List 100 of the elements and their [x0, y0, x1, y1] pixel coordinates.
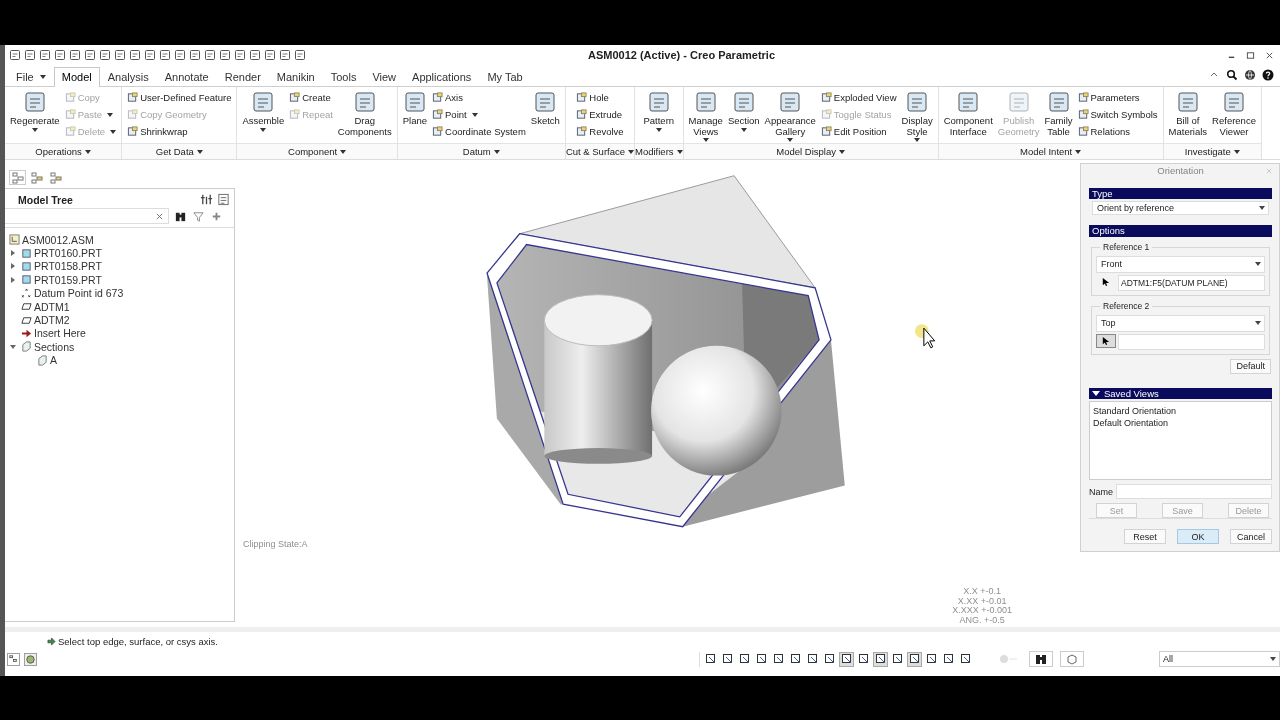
ribbon-button[interactable]: User-Defined Feature — [127, 89, 232, 106]
select-button[interactable] — [1096, 333, 1116, 348]
toolbar-icon[interactable] — [249, 49, 261, 61]
tree-icon[interactable] — [7, 652, 20, 666]
ribbon-button[interactable]: Pattern — [641, 89, 677, 143]
close-icon[interactable] — [1265, 50, 1274, 60]
tree-item[interactable]: ASM0012.ASM — [22, 233, 94, 246]
panel-tab[interactable] — [47, 170, 64, 185]
toolbar-icon[interactable] — [24, 49, 36, 61]
tree-item[interactable]: ADTM2 — [34, 314, 70, 327]
dialog-button[interactable]: Cancel — [1230, 529, 1272, 544]
toolbar-icon[interactable] — [219, 49, 231, 61]
tree-item[interactable]: Datum Point id 673 — [34, 287, 124, 300]
group-menu[interactable]: Datum — [397, 143, 565, 159]
maximize-icon[interactable] — [1246, 50, 1255, 60]
toolbar-icon[interactable] — [204, 49, 216, 61]
find-button[interactable] — [1029, 651, 1054, 667]
panel-tab[interactable] — [28, 170, 45, 185]
ribbon-button[interactable]: Parameters — [1077, 89, 1158, 106]
ribbon-button[interactable]: Edit Position — [820, 123, 897, 140]
toolbar-icon[interactable] — [9, 49, 21, 61]
group-menu[interactable]: Modifiers — [635, 143, 683, 159]
ribbon-button[interactable]: Switch Symbols — [1077, 106, 1158, 123]
dialog-button[interactable]: Reset — [1124, 529, 1166, 544]
ribbon-button[interactable]: Exploded View — [820, 89, 897, 106]
ribbon-button[interactable]: Relations — [1077, 123, 1158, 140]
ribbon-button[interactable]: Regenerate — [8, 89, 62, 143]
name-field[interactable] — [1116, 484, 1272, 499]
view-button[interactable] — [1060, 651, 1085, 667]
group-menu[interactable]: Component — [237, 143, 397, 159]
list-item[interactable]: Default Orientation — [1093, 416, 1268, 429]
toolbar-icon[interactable] — [234, 49, 246, 61]
group-menu[interactable]: Investigate — [1163, 143, 1261, 159]
ribbon-tab[interactable]: Render — [216, 67, 269, 86]
ribbon-tab[interactable]: File — [8, 67, 54, 86]
expander-icon[interactable] — [9, 342, 17, 351]
ribbon-tab[interactable]: My Tab — [479, 67, 531, 86]
ribbon-button[interactable]: Plane — [400, 89, 430, 143]
settings-icon[interactable] — [200, 193, 213, 206]
toolbar-icon[interactable] — [54, 49, 66, 61]
reference-dropdown[interactable]: Front — [1096, 255, 1265, 273]
ribbon-tab[interactable]: Model — [53, 67, 100, 87]
default-button[interactable]: Default — [1230, 358, 1271, 374]
group-menu[interactable]: Model Display — [683, 143, 938, 159]
filter-dropdown[interactable]: All — [1159, 651, 1280, 667]
expander-icon[interactable] — [9, 262, 17, 271]
ribbon-button[interactable]: Family Table — [1042, 89, 1075, 143]
group-menu[interactable]: Get Data — [122, 143, 237, 159]
search-field[interactable] — [5, 208, 169, 224]
toolbar-icon[interactable] — [294, 49, 306, 61]
group-menu[interactable]: Model Intent — [938, 143, 1163, 159]
ribbon-button[interactable]: Axis — [432, 89, 526, 106]
ribbon-button[interactable]: Hole — [576, 89, 624, 106]
tree-item[interactable]: Insert Here — [34, 327, 86, 340]
help-icon[interactable] — [1262, 69, 1274, 81]
search-icon[interactable] — [1226, 69, 1238, 81]
toolbar-icon[interactable] — [39, 49, 51, 61]
view-tool-button[interactable] — [873, 651, 889, 667]
ribbon-button[interactable]: Sketch — [528, 89, 562, 143]
toggle-icon[interactable] — [999, 654, 1020, 664]
list-icon[interactable] — [217, 193, 230, 206]
tree-item[interactable]: PRT0159.PRT — [34, 273, 102, 286]
ribbon-button[interactable]: Drag Components — [335, 89, 394, 143]
group-menu[interactable]: Operations — [5, 143, 122, 159]
saved-views-header[interactable]: Saved Views — [1089, 387, 1272, 399]
toolbar-icon[interactable] — [264, 49, 276, 61]
type-dropdown[interactable]: Orient by reference — [1092, 200, 1269, 216]
ribbon-button[interactable]: Revolve — [576, 123, 624, 140]
tree-item[interactable]: PRT0160.PRT — [34, 247, 102, 260]
ribbon-tab[interactable]: Applications — [404, 67, 480, 86]
ribbon-button[interactable]: Bill of Materials — [1166, 89, 1210, 143]
ribbon-button[interactable]: Assemble — [240, 89, 287, 143]
group-menu[interactable]: Cut & Surface — [565, 143, 634, 159]
ribbon-tab[interactable]: Analysis — [99, 67, 157, 86]
tree-item[interactable]: A — [50, 354, 57, 367]
tree-item[interactable]: PRT0158.PRT — [34, 260, 102, 273]
tree-item[interactable]: Sections — [34, 340, 75, 353]
toolbar-icon[interactable] — [144, 49, 156, 61]
toolbar-icon[interactable] — [129, 49, 141, 61]
toolbar-icon[interactable] — [189, 49, 201, 61]
ribbon-button[interactable]: Point — [432, 106, 526, 123]
ribbon-button[interactable]: Shrinkwrap — [127, 123, 232, 140]
reference-field[interactable]: ADTM1:F5(DATUM PLANE) — [1118, 274, 1265, 291]
expander-icon[interactable] — [9, 249, 17, 258]
ribbon-tab[interactable]: Annotate — [156, 67, 217, 86]
ribbon-button[interactable]: Extrude — [576, 106, 624, 123]
panel-tab[interactable] — [9, 170, 26, 185]
ribbon-tab[interactable]: View — [364, 67, 405, 86]
toolbar-icon[interactable] — [84, 49, 96, 61]
ribbon-button[interactable]: Reference Viewer — [1210, 89, 1258, 143]
ribbon-button[interactable]: Section — [725, 89, 762, 143]
ribbon-tab[interactable]: Manikin — [268, 67, 323, 86]
ribbon-button[interactable]: Coordinate System — [432, 123, 526, 140]
view-tool-button[interactable] — [839, 651, 855, 667]
toolbar-icon[interactable] — [114, 49, 126, 61]
toolbar-icon[interactable] — [174, 49, 186, 61]
tree-item[interactable]: ADTM1 — [34, 300, 70, 313]
toolbar-icon[interactable] — [99, 49, 111, 61]
ribbon-tab[interactable]: Tools — [322, 67, 365, 86]
clear-icon[interactable] — [156, 212, 163, 220]
